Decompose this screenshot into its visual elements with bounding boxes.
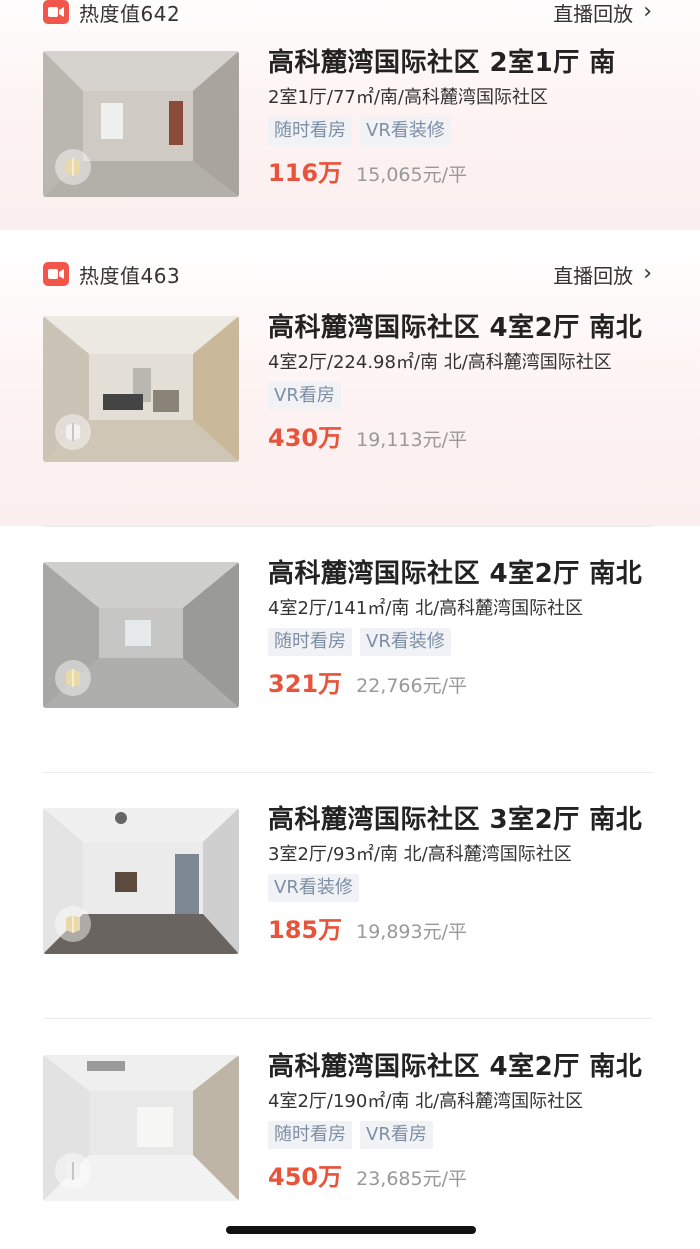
total-price: 185万 <box>268 916 343 944</box>
listing-photo[interactable] <box>43 51 239 197</box>
listing-tags: 随时看房 VR看装修 <box>268 117 658 145</box>
total-price: 450万 <box>268 1163 343 1191</box>
listing-page: 热度值642 直播回放 › 高科麓湾国际社区 2室1厅 南 2室1厅/77㎡/南… <box>0 0 700 1249</box>
listing-info: 高科麓湾国际社区 3室2厅 南北 3室2厅/93㎡/南 北/高科麓湾国际社区 V… <box>268 802 658 945</box>
live-replay-label: 直播回放 <box>553 1 634 26</box>
listing-title: 高科麓湾国际社区 4室2厅 南北 <box>268 313 643 343</box>
vr-cube-icon <box>55 906 91 942</box>
chevron-right-icon: › <box>643 0 652 24</box>
divider <box>43 1018 653 1019</box>
vr-cube-icon <box>55 414 91 450</box>
total-price: 116万 <box>268 159 343 187</box>
listing-title: 高科麓湾国际社区 4室2厅 南北 <box>268 559 643 589</box>
listing-title: 高科麓湾国际社区 3室2厅 南北 <box>268 805 643 835</box>
divider <box>43 526 653 527</box>
heat-indicator: 热度值463 <box>43 260 180 289</box>
listing-tags: 随时看房 VR看房 <box>268 1121 658 1149</box>
tag-vr-viewing: VR看房 <box>268 382 341 410</box>
listing-desc: 2室1厅/77㎡/南/高科麓湾国际社区 <box>268 87 549 108</box>
live-replay-label: 直播回放 <box>553 263 634 288</box>
tag-vr-decoration: VR看装修 <box>268 874 359 902</box>
live-header: 热度值463 直播回放 › <box>43 256 652 292</box>
unit-price: 19,893元/平 <box>356 921 467 943</box>
unit-price: 22,766元/平 <box>356 675 467 697</box>
price-row: 430万 19,113元/平 <box>268 418 658 453</box>
listing-desc: 3室2厅/93㎡/南 北/高科麓湾国际社区 <box>268 844 572 865</box>
listing-photo[interactable] <box>43 808 239 954</box>
listing-desc: 4室2厅/224.98㎡/南 北/高科麓湾国际社区 <box>268 352 612 373</box>
heat-value: 热度值642 <box>79 1 181 26</box>
tag-vr-viewing: VR看房 <box>360 1121 433 1149</box>
total-price: 321万 <box>268 670 343 698</box>
listing-tags: VR看房 <box>268 382 658 410</box>
vr-cube-icon <box>55 1153 91 1189</box>
price-row: 321万 22,766元/平 <box>268 664 658 699</box>
listing-info: 高科麓湾国际社区 2室1厅 南 2室1厅/77㎡/南/高科麓湾国际社区 随时看房… <box>268 45 658 188</box>
chevron-right-icon: › <box>643 261 652 286</box>
listing-info: 高科麓湾国际社区 4室2厅 南北 4室2厅/141㎡/南 北/高科麓湾国际社区 … <box>268 556 658 699</box>
heat-indicator: 热度值642 <box>43 0 180 27</box>
tag-vr-decoration: VR看装修 <box>360 117 451 145</box>
listing-info: 高科麓湾国际社区 4室2厅 南北 4室2厅/224.98㎡/南 北/高科麓湾国际… <box>268 310 658 453</box>
tag-anytime-viewing: 随时看房 <box>268 628 352 656</box>
vr-cube-icon <box>55 660 91 696</box>
listing-title: 高科麓湾国际社区 4室2厅 南北 <box>268 1052 643 1082</box>
video-camera-icon <box>43 0 69 24</box>
live-replay-link[interactable]: 直播回放 › <box>553 260 652 289</box>
total-price: 430万 <box>268 424 343 452</box>
tag-anytime-viewing: 随时看房 <box>268 1121 352 1149</box>
heat-value: 热度值463 <box>79 263 181 288</box>
listing-title: 高科麓湾国际社区 2室1厅 南 <box>268 48 616 78</box>
vr-cube-icon <box>55 149 91 185</box>
listing-photo[interactable] <box>43 562 239 708</box>
price-row: 450万 23,685元/平 <box>268 1157 658 1192</box>
video-camera-icon <box>43 262 69 286</box>
unit-price: 23,685元/平 <box>356 1168 467 1190</box>
divider <box>43 772 653 773</box>
listing-photo[interactable] <box>43 316 239 462</box>
unit-price: 15,065元/平 <box>356 164 467 186</box>
home-indicator[interactable] <box>226 1226 476 1234</box>
listing-tags: 随时看房 VR看装修 <box>268 628 658 656</box>
price-row: 116万 15,065元/平 <box>268 153 658 188</box>
listing-desc: 4室2厅/141㎡/南 北/高科麓湾国际社区 <box>268 598 584 619</box>
unit-price: 19,113元/平 <box>356 429 467 451</box>
price-row: 185万 19,893元/平 <box>268 910 658 945</box>
live-replay-link[interactable]: 直播回放 › <box>553 0 652 27</box>
listing-photo[interactable] <box>43 1055 239 1201</box>
tag-anytime-viewing: 随时看房 <box>268 117 352 145</box>
listing-desc: 4室2厅/190㎡/南 北/高科麓湾国际社区 <box>268 1091 584 1112</box>
listing-tags: VR看装修 <box>268 874 658 902</box>
listing-info: 高科麓湾国际社区 4室2厅 南北 4室2厅/190㎡/南 北/高科麓湾国际社区 … <box>268 1049 658 1192</box>
live-header: 热度值642 直播回放 › <box>43 0 652 30</box>
tag-vr-decoration: VR看装修 <box>360 628 451 656</box>
